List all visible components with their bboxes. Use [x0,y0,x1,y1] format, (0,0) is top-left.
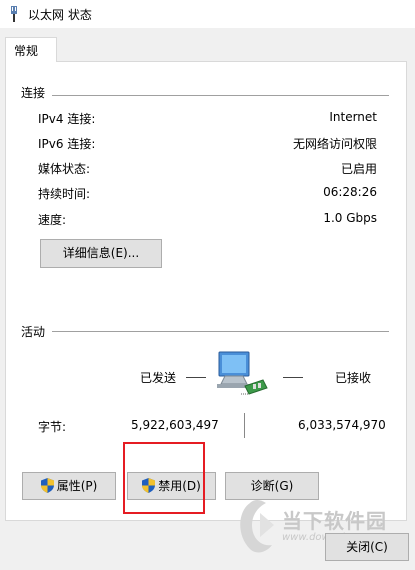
bytes-sent-value: 5,922,603,497 [131,418,219,432]
bytes-received-value: 6,033,574,970 [298,418,386,432]
duration-label: 持续时间: [38,187,91,201]
sent-dash [186,377,206,378]
duration-value: 06:28:26 [323,185,377,199]
window-title: 以太网 状态 [28,8,92,22]
watermark-logo-icon [240,500,274,553]
speed-value: 1.0 Gbps [323,211,377,225]
bytes-label: 字节: [38,420,67,434]
connection-divider [52,95,389,96]
speed-label: 速度: [38,213,67,227]
bytes-separator [244,413,245,438]
network-computer-icon [217,351,268,395]
highlight-annotation [123,442,205,514]
properties-button[interactable]: 属性(P) [22,472,116,500]
received-dash [283,377,303,378]
sent-label: 已发送 [140,371,177,385]
received-label: 已接收 [335,371,372,385]
ipv4-value: Internet [329,110,377,124]
general-panel [5,61,407,521]
ipv4-label: IPv4 连接: [38,112,96,126]
connection-section-label: 连接 [21,84,52,101]
activity-section-label: 活动 [21,323,52,340]
media-state-value: 已启用 [340,162,377,176]
ipv6-value: 无网络访问权限 [292,137,377,151]
properties-label: 属性(P) [56,479,98,493]
uac-shield-icon [40,478,54,493]
tab-general-label: 常规 [14,44,39,58]
activity-divider [52,331,389,332]
network-adapter-icon [11,6,17,22]
details-button[interactable]: 详细信息(E)... [40,239,162,268]
tab-general[interactable]: 常规 [5,37,57,62]
media-state-label: 媒体状态: [38,162,91,176]
ipv6-label: IPv6 连接: [38,137,96,151]
title-bar: 以太网 状态 [0,0,415,28]
